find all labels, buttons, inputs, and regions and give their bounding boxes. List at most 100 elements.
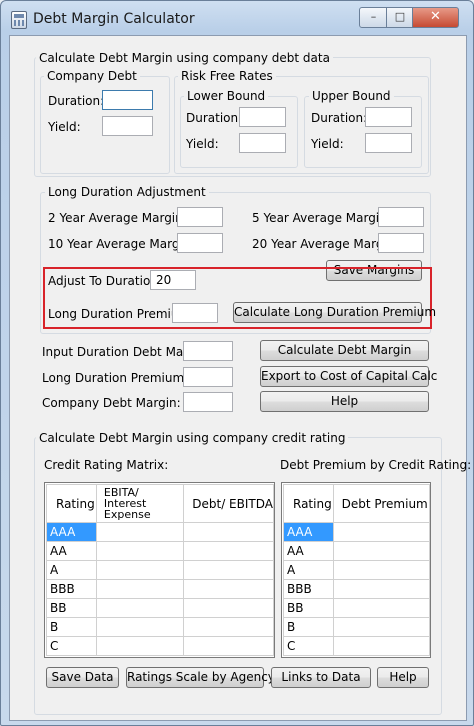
table-header-row: Rating Debt Premium xyxy=(283,484,431,523)
table-cell[interactable] xyxy=(95,541,185,561)
credit-help-button[interactable]: Help xyxy=(377,667,429,688)
table-row[interactable]: BB xyxy=(283,598,431,618)
rating-cell[interactable]: C xyxy=(283,636,334,656)
rating-cell[interactable]: BB xyxy=(46,598,97,618)
table-cell[interactable] xyxy=(95,579,185,599)
column-header[interactable]: EBITA/ Interest Expense xyxy=(95,484,185,523)
upper-yield-label: Yield: xyxy=(311,137,344,151)
calculate-long-premium-button[interactable]: Calculate Long Duration Premium xyxy=(233,302,436,323)
rating-cell[interactable]: BBB xyxy=(46,579,97,599)
table-row[interactable]: BB xyxy=(46,598,274,618)
table-row[interactable]: C xyxy=(46,636,274,656)
table-row[interactable]: AAA xyxy=(283,522,431,542)
table-cell[interactable] xyxy=(183,560,274,580)
two-year-margin-input[interactable] xyxy=(177,207,223,227)
rating-cell[interactable]: A xyxy=(46,560,97,580)
table-cell[interactable] xyxy=(95,560,185,580)
table-cell[interactable] xyxy=(183,598,274,618)
twenty-year-margin-input[interactable] xyxy=(378,233,424,253)
company-margin-label: Company Debt Margin: xyxy=(42,396,181,410)
rating-cell[interactable]: BB xyxy=(283,598,334,618)
table-cell[interactable] xyxy=(183,617,274,637)
table-cell[interactable] xyxy=(183,636,274,656)
table-row[interactable]: AA xyxy=(46,541,274,561)
summary-long-premium-input[interactable] xyxy=(183,367,233,387)
table-cell[interactable] xyxy=(95,598,185,618)
table-cell[interactable] xyxy=(95,617,185,637)
help-button[interactable]: Help xyxy=(260,391,429,412)
table-row[interactable]: BBB xyxy=(46,579,274,599)
table-header-row: Rating EBITA/ Interest Expense Debt/ EBI… xyxy=(46,484,274,523)
table-cell[interactable] xyxy=(332,541,431,561)
table-cell[interactable] xyxy=(95,522,185,542)
rating-cell[interactable]: A xyxy=(283,560,334,580)
table-cell[interactable] xyxy=(332,598,431,618)
upper-duration-label: Duration: xyxy=(311,111,368,125)
table-row[interactable]: B xyxy=(46,617,274,637)
column-header[interactable]: Debt Premium xyxy=(332,484,431,523)
debt-premium-grid[interactable]: Rating Debt Premium AAA AA A BBB BB B C xyxy=(281,482,431,658)
company-margin-input[interactable] xyxy=(183,392,233,412)
rating-cell[interactable]: B xyxy=(283,617,334,637)
debt-premium-label: Debt Premium by Credit Rating: xyxy=(280,458,472,472)
table-row[interactable]: AAA xyxy=(46,522,274,542)
table-cell[interactable] xyxy=(183,522,274,542)
lower-duration-input[interactable] xyxy=(239,107,286,127)
company-yield-label: Yield: xyxy=(48,120,81,134)
column-header[interactable]: Rating xyxy=(46,484,97,523)
rating-cell[interactable]: AA xyxy=(46,541,97,561)
lower-yield-input[interactable] xyxy=(239,133,286,153)
rating-cell[interactable]: C xyxy=(46,636,97,656)
table-row[interactable]: BBB xyxy=(283,579,431,599)
input-margin-input[interactable] xyxy=(183,341,233,361)
summary-long-premium-label: Long Duration Premium: xyxy=(42,371,189,385)
table-cell[interactable] xyxy=(183,579,274,599)
calculate-debt-margin-button[interactable]: Calculate Debt Margin xyxy=(260,340,429,361)
rating-cell[interactable]: AAA xyxy=(46,522,97,542)
table-cell[interactable] xyxy=(332,636,431,656)
column-header[interactable]: Rating xyxy=(283,484,334,523)
column-header[interactable]: Debt/ EBITDA xyxy=(183,484,274,523)
company-duration-input[interactable] xyxy=(102,90,153,110)
ratings-scale-button[interactable]: Ratings Scale by Agency xyxy=(126,667,275,688)
minimize-button[interactable]: – xyxy=(359,7,388,28)
save-data-button[interactable]: Save Data xyxy=(46,667,119,688)
credit-matrix-table: Rating EBITA/ Interest Expense Debt/ EBI… xyxy=(46,484,274,656)
client-area: Calculate Debt Margin using company debt… xyxy=(9,35,471,721)
table-cell[interactable] xyxy=(332,617,431,637)
table-cell[interactable] xyxy=(95,636,185,656)
credit-matrix-grid[interactable]: Rating EBITA/ Interest Expense Debt/ EBI… xyxy=(44,482,275,658)
upper-yield-input[interactable] xyxy=(365,133,412,153)
table-cell[interactable] xyxy=(332,560,431,580)
five-year-margin-input[interactable] xyxy=(378,207,424,227)
maximize-button[interactable]: □ xyxy=(386,7,414,28)
rating-cell[interactable]: AAA xyxy=(283,522,334,542)
rating-cell[interactable]: AA xyxy=(283,541,334,561)
window-title: Debt Margin Calculator xyxy=(33,11,195,27)
debt-data-group-title: Calculate Debt Margin using company debt… xyxy=(36,51,333,65)
table-row[interactable]: B xyxy=(283,617,431,637)
upper-duration-input[interactable] xyxy=(365,107,412,127)
lower-duration-label: Duration: xyxy=(186,111,243,125)
table-row[interactable]: C xyxy=(283,636,431,656)
table-cell[interactable] xyxy=(332,522,431,542)
title-bar[interactable]: Debt Margin Calculator – □ ✕ xyxy=(1,1,473,35)
rating-cell[interactable]: B xyxy=(46,617,97,637)
company-yield-input[interactable] xyxy=(102,116,153,136)
twenty-year-margin-label: 20 Year Average Margin xyxy=(252,237,395,251)
adjust-duration-label: Adjust To Duration: xyxy=(48,274,162,288)
table-cell[interactable] xyxy=(183,541,274,561)
table-cell[interactable] xyxy=(332,579,431,599)
calculator-window: Debt Margin Calculator – □ ✕ Calculate D… xyxy=(0,0,474,726)
table-row[interactable]: A xyxy=(46,560,274,580)
table-row[interactable]: AA xyxy=(283,541,431,561)
ten-year-margin-input[interactable] xyxy=(177,233,223,253)
adjust-duration-input[interactable] xyxy=(150,270,196,290)
export-button[interactable]: Export to Cost of Capital Calc xyxy=(260,366,437,387)
table-row[interactable]: A xyxy=(283,560,431,580)
long-premium-input[interactable] xyxy=(172,303,218,323)
long-duration-title: Long Duration Adjustment xyxy=(45,185,209,199)
close-button[interactable]: ✕ xyxy=(412,7,459,28)
links-to-data-button[interactable]: Links to Data xyxy=(271,667,371,688)
rating-cell[interactable]: BBB xyxy=(283,579,334,599)
